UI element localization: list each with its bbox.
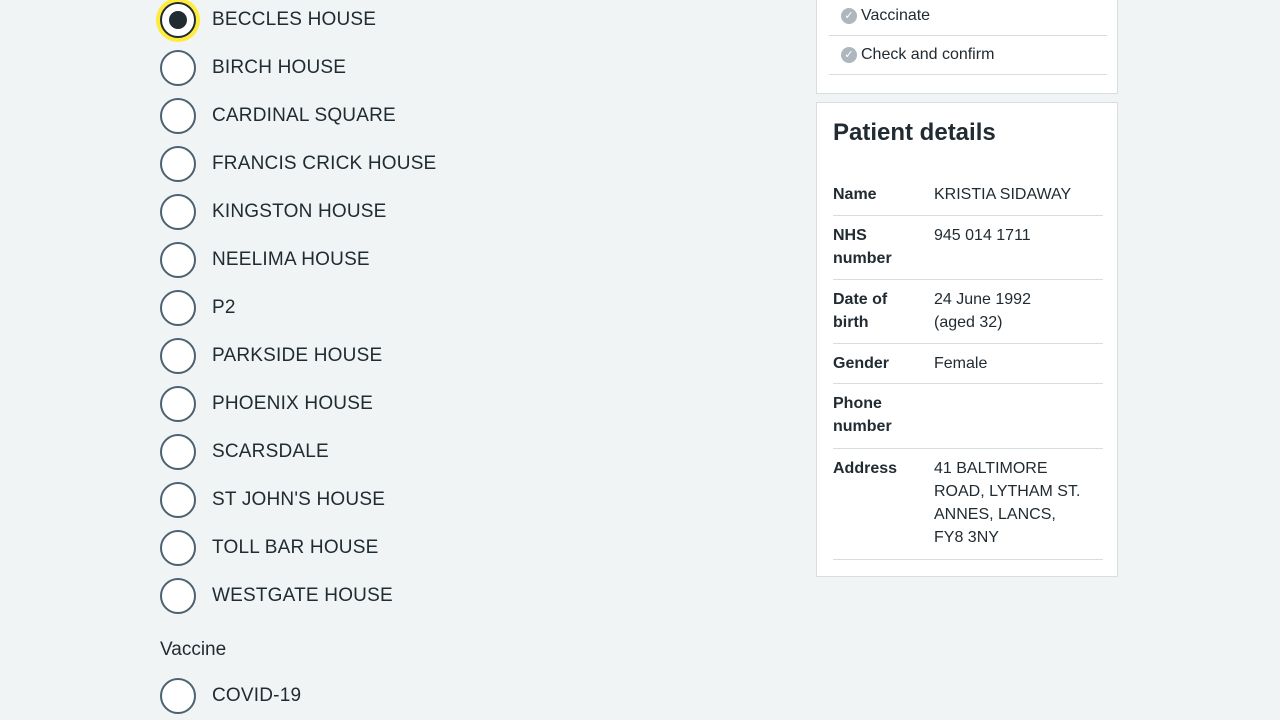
radio-label: FRANCIS CRICK HOUSE xyxy=(212,153,437,174)
radio-location-beccles-house[interactable]: BECCLES HOUSE xyxy=(160,0,580,40)
radio-vaccine-covid-19[interactable]: COVID-19 xyxy=(160,676,580,716)
radio-label: TOLL BAR HOUSE xyxy=(212,537,379,558)
radio-circle[interactable] xyxy=(160,386,196,422)
radio-circle[interactable] xyxy=(160,290,196,326)
row-key: NHS number xyxy=(833,227,892,267)
radio-circle[interactable] xyxy=(160,678,196,714)
radio-circle[interactable] xyxy=(160,98,196,134)
row-value: 41 BALTIMORE ROAD, LYTHAM ST. ANNES, LAN… xyxy=(934,460,1081,546)
row-value: 24 June 1992 (aged 32) xyxy=(934,291,1031,331)
check-circle-icon: ✓ xyxy=(841,8,857,24)
radio-label: BECCLES HOUSE xyxy=(212,9,377,30)
radio-label: ST JOHN'S HOUSE xyxy=(212,489,386,510)
radio-circle[interactable] xyxy=(160,146,196,182)
radio-location-st-johns-house[interactable]: ST JOHN'S HOUSE xyxy=(160,480,580,520)
check-circle-icon: ✓ xyxy=(841,47,857,63)
step-label: Check and confirm xyxy=(861,46,995,63)
radio-location-scarsdale[interactable]: SCARSDALE xyxy=(160,432,580,472)
patient-row-name: Name KRISTIA SIDAWAY xyxy=(833,175,1103,216)
radio-circle[interactable] xyxy=(160,434,196,470)
patient-details-panel: Patient details Name KRISTIA SIDAWAY NHS… xyxy=(816,102,1118,577)
radio-label: WESTGATE HOUSE xyxy=(212,585,393,606)
step-label: Vaccinate xyxy=(861,7,931,24)
row-key: Date of birth xyxy=(833,291,888,331)
radio-label: PHOENIX HOUSE xyxy=(212,393,373,414)
radio-location-francis-crick-house[interactable]: FRANCIS CRICK HOUSE xyxy=(160,144,580,184)
radio-label: PARKSIDE HOUSE xyxy=(212,345,383,366)
patient-details-title: Patient details xyxy=(833,119,996,146)
radio-location-p2[interactable]: P2 xyxy=(160,288,580,328)
step-vaccinate[interactable]: ✓ Vaccinate xyxy=(829,0,1107,36)
radio-location-phoenix-house[interactable]: PHOENIX HOUSE xyxy=(160,384,580,424)
row-key: Gender xyxy=(833,355,890,372)
step-check-and-confirm[interactable]: ✓ Check and confirm xyxy=(829,36,1107,75)
radio-location-cardinal-square[interactable]: CARDINAL SQUARE xyxy=(160,96,580,136)
patient-row-nhs-number: NHS number 945 014 1711 xyxy=(833,216,1103,280)
row-key: Phone number xyxy=(833,395,892,435)
task-steps-panel: ✓ Vaccinate ✓ Check and confirm xyxy=(816,0,1118,94)
radio-circle[interactable] xyxy=(160,242,196,278)
radio-location-westgate-house[interactable]: WESTGATE HOUSE xyxy=(160,576,580,616)
radio-label: P2 xyxy=(212,297,236,318)
radio-location-parkside-house[interactable]: PARKSIDE HOUSE xyxy=(160,336,580,376)
radio-selected-dot xyxy=(169,11,187,29)
row-value: 945 014 1711 xyxy=(934,227,1031,244)
radio-location-neelima-house[interactable]: NEELIMA HOUSE xyxy=(160,240,580,280)
row-value: Female xyxy=(934,355,988,372)
radio-label: KINGSTON HOUSE xyxy=(212,201,387,222)
radio-circle[interactable] xyxy=(160,530,196,566)
radio-label: NEELIMA HOUSE xyxy=(212,249,370,270)
radio-location-toll-bar-house[interactable]: TOLL BAR HOUSE xyxy=(160,528,580,568)
patient-row-gender: Gender Female xyxy=(833,344,1103,384)
radio-label: BIRCH HOUSE xyxy=(212,57,347,78)
row-value: KRISTIA SIDAWAY xyxy=(934,186,1072,203)
radio-label: SCARSDALE xyxy=(212,441,329,462)
patient-row-address: Address 41 BALTIMORE ROAD, LYTHAM ST. AN… xyxy=(833,449,1103,560)
radio-circle[interactable] xyxy=(160,50,196,86)
radio-label: COVID-19 xyxy=(212,685,302,706)
radio-circle[interactable] xyxy=(160,578,196,614)
radio-circle[interactable] xyxy=(160,338,196,374)
patient-row-phone-number: Phone number xyxy=(833,384,1103,449)
radio-circle[interactable] xyxy=(160,482,196,518)
row-key: Address xyxy=(833,460,898,477)
radio-circle[interactable] xyxy=(160,194,196,230)
vaccine-section-label: Vaccine xyxy=(160,639,227,660)
radio-label: CARDINAL SQUARE xyxy=(212,105,396,126)
row-key: Name xyxy=(833,186,877,203)
radio-location-kingston-house[interactable]: KINGSTON HOUSE xyxy=(160,192,580,232)
radio-location-birch-house[interactable]: BIRCH HOUSE xyxy=(160,48,580,88)
patient-row-date-of-birth: Date of birth 24 June 1992 (aged 32) xyxy=(833,280,1103,344)
radio-circle[interactable] xyxy=(160,2,196,38)
